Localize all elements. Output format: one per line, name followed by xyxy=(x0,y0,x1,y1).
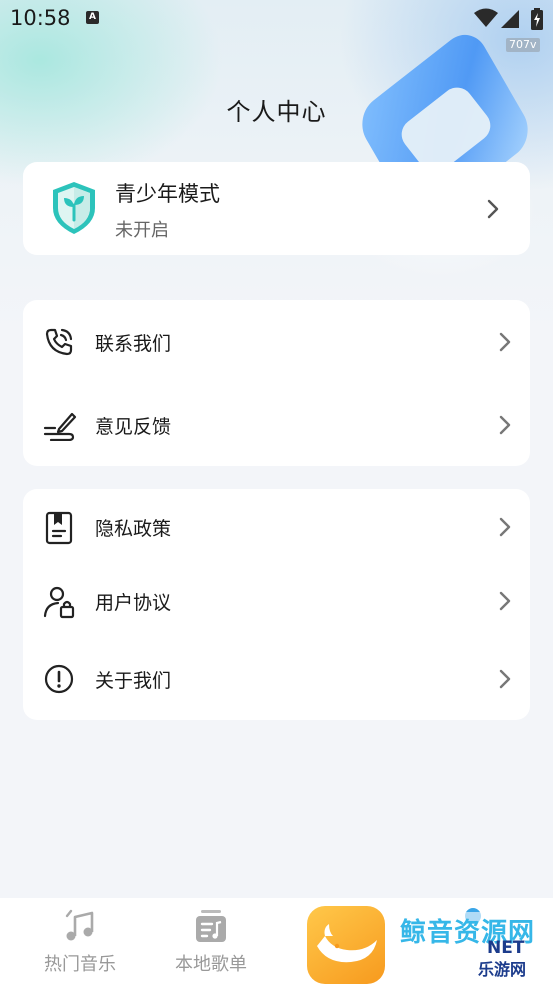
chevron-right-icon xyxy=(486,198,500,220)
page-title: 个人中心 xyxy=(226,98,327,126)
nav-tab-hot-music[interactable]: 热门音乐 xyxy=(20,898,140,984)
menu-item-label: 意见反馈 xyxy=(95,416,172,438)
menu-item-label: 隐私政策 xyxy=(95,518,172,540)
menu-item-label: 联系我们 xyxy=(95,333,172,355)
menu-item-user-agreement[interactable]: 用户协议 xyxy=(23,571,530,631)
signal-icon xyxy=(501,10,519,32)
watermark-sub-text: 乐游网 xyxy=(478,960,527,979)
menu-group-support: 联系我们 意见反馈 xyxy=(23,300,530,466)
menu-item-label: 关于我们 xyxy=(95,670,172,692)
wifi-icon xyxy=(474,8,498,32)
notification-a-icon: A xyxy=(86,11,99,24)
nav-tab-local-playlist[interactable]: 本地歌单 xyxy=(151,898,271,984)
chevron-right-icon xyxy=(498,590,512,612)
status-bar: 10:58 A 707v xyxy=(0,0,553,52)
privacy-book-icon xyxy=(43,511,75,545)
net-speed-badge: 707v xyxy=(506,38,540,52)
chevron-right-icon xyxy=(498,516,512,538)
menu-item-privacy-policy[interactable]: 隐私政策 xyxy=(23,497,530,557)
menu-group-legal: 隐私政策 用户协议 关于我们 xyxy=(23,489,530,720)
watermark-net-text: NET xyxy=(487,938,525,958)
pen-feedback-icon xyxy=(43,409,77,442)
nav-label: 本地歌单 xyxy=(175,954,247,975)
youth-mode-status: 未开启 xyxy=(115,220,169,241)
youth-mode-card[interactable]: 青少年模式 未开启 xyxy=(23,162,530,255)
info-exclamation-icon xyxy=(43,663,75,695)
whale-logo-icon[interactable] xyxy=(307,906,385,984)
chevron-right-icon xyxy=(498,414,512,436)
menu-item-feedback[interactable]: 意见反馈 xyxy=(23,395,530,455)
youth-mode-title: 青少年模式 xyxy=(115,182,220,206)
chevron-right-icon xyxy=(498,668,512,690)
music-note-icon xyxy=(62,908,98,948)
playlist-icon xyxy=(193,908,229,948)
phone-icon xyxy=(43,326,75,358)
user-lock-icon xyxy=(43,585,75,619)
chevron-right-icon xyxy=(498,331,512,353)
nav-label: 热门音乐 xyxy=(44,954,116,975)
menu-item-contact-us[interactable]: 联系我们 xyxy=(23,312,530,372)
menu-item-about-us[interactable]: 关于我们 xyxy=(23,649,530,709)
battery-charging-icon xyxy=(531,8,543,34)
menu-item-label: 用户协议 xyxy=(95,592,172,614)
status-time: 10:58 xyxy=(10,6,71,30)
shield-plant-icon xyxy=(51,180,97,240)
